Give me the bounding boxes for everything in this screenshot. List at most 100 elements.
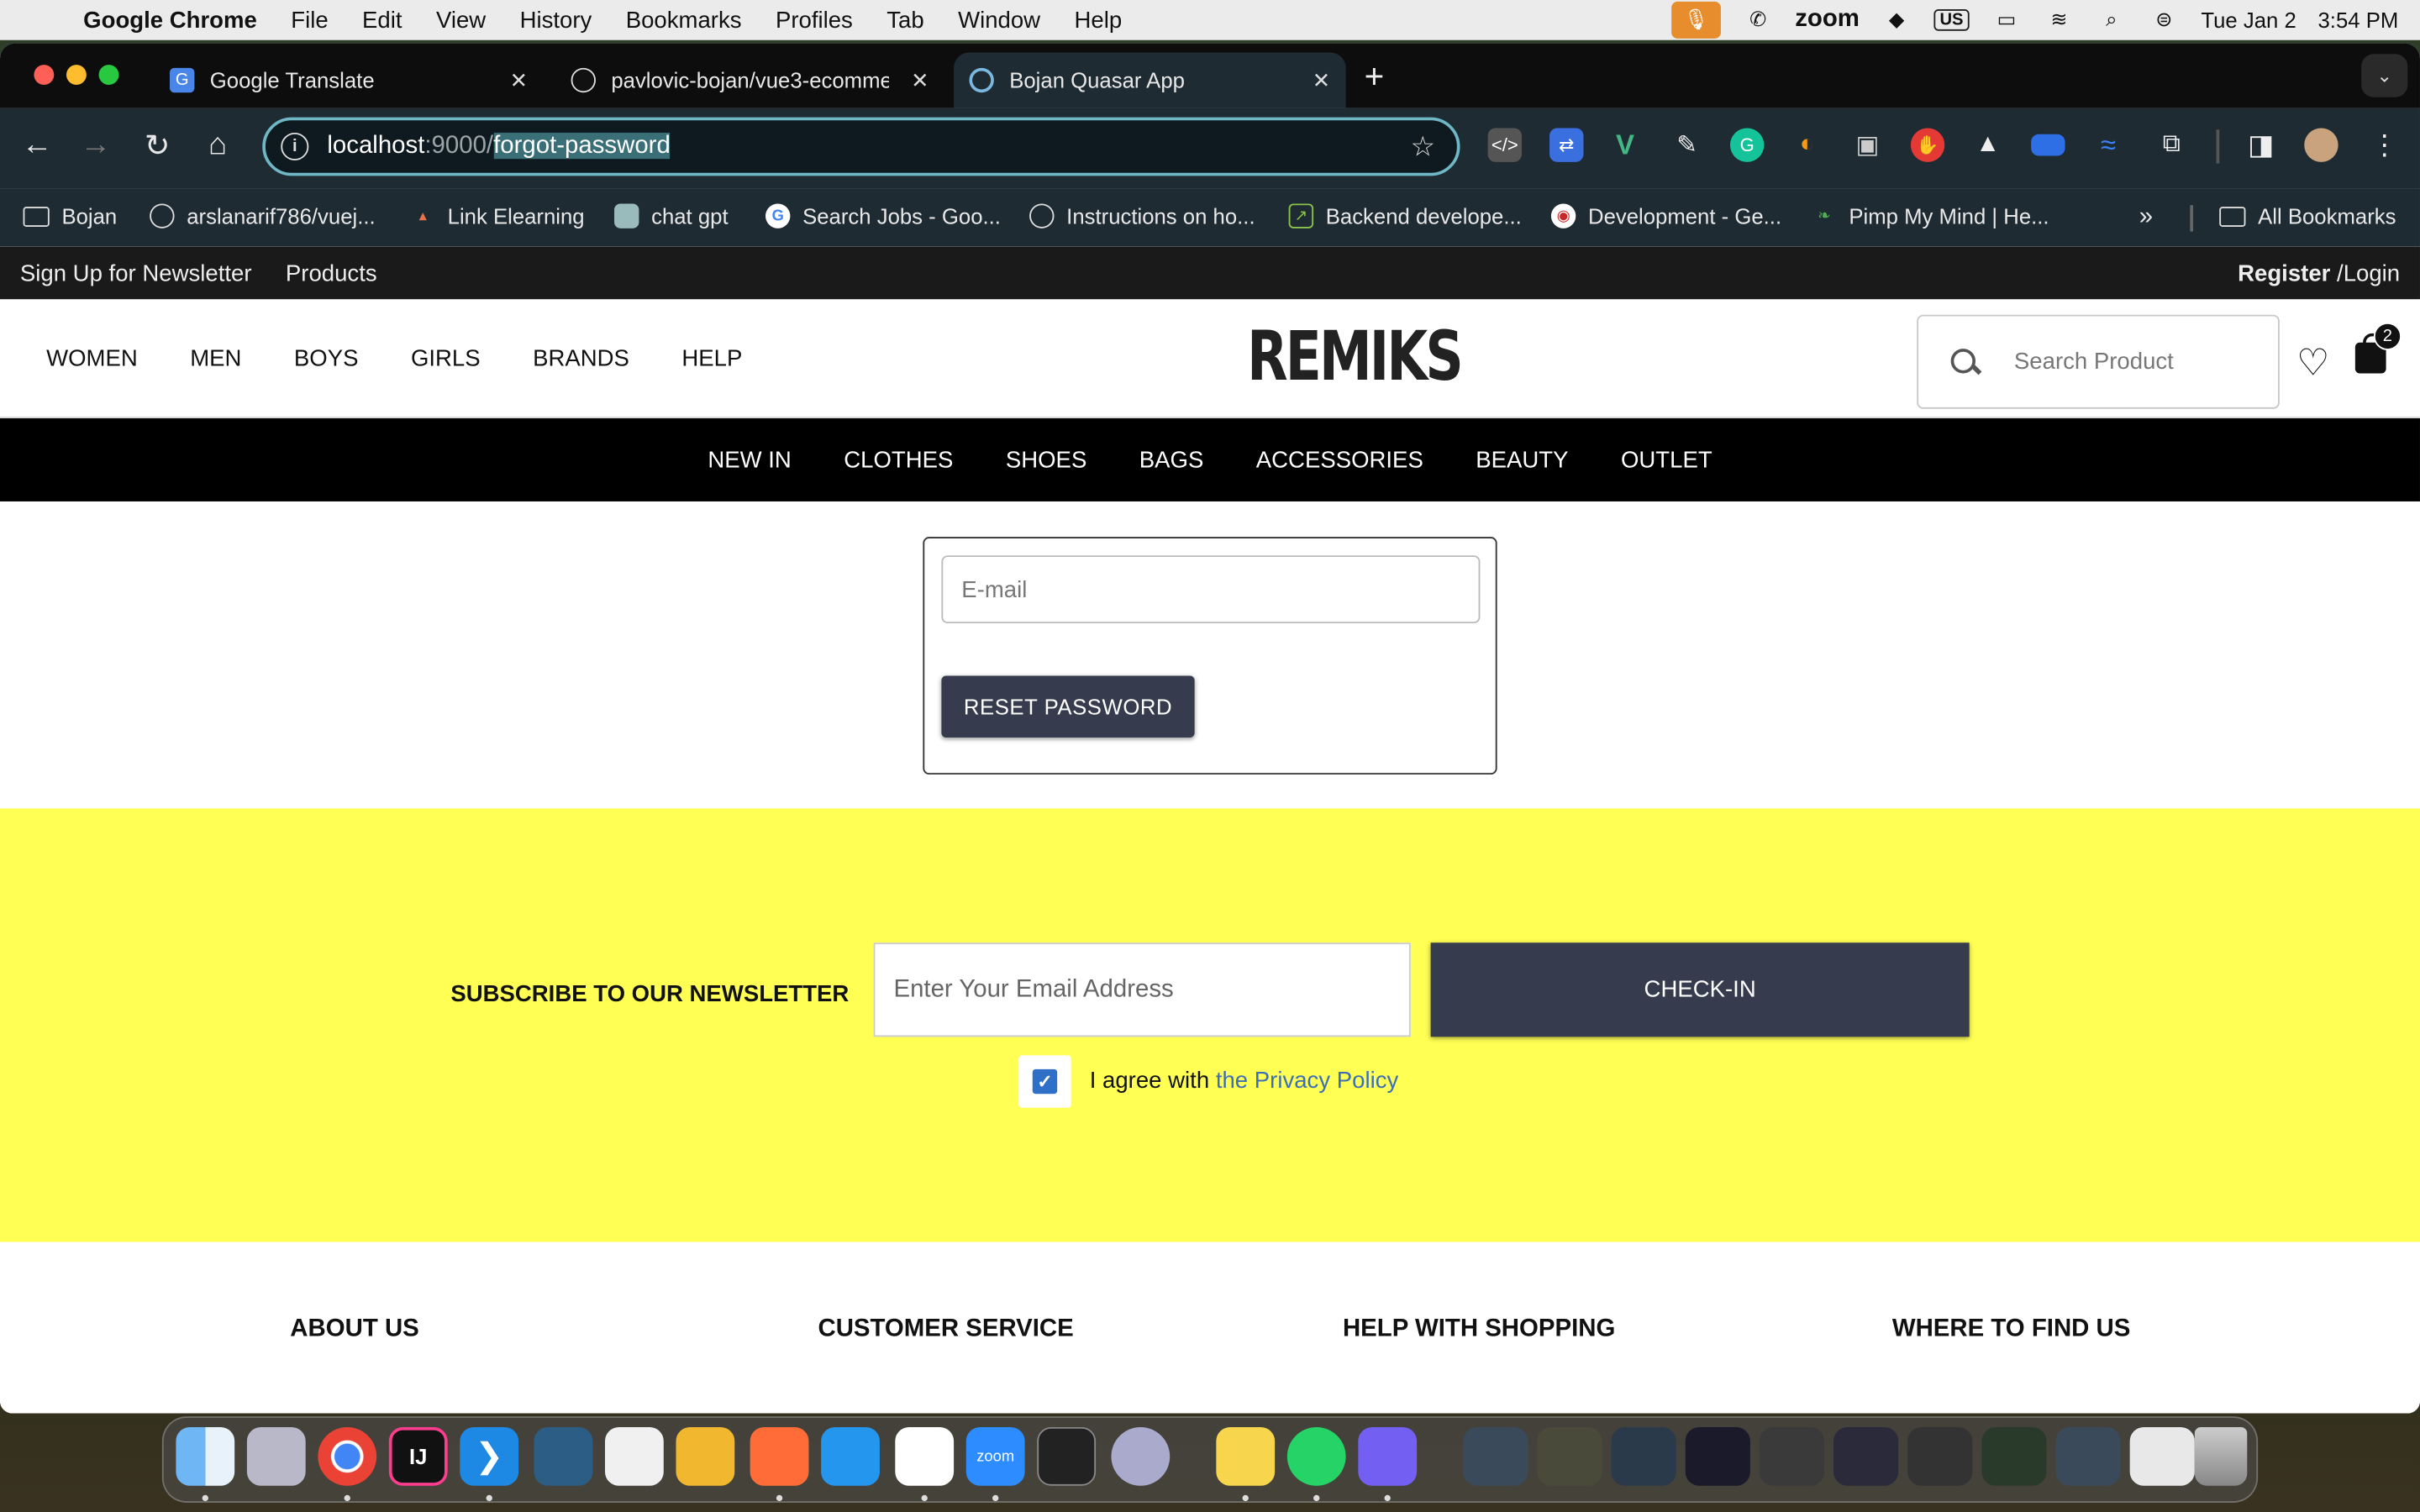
wave-extension-icon[interactable]: ≈ [2091,128,2125,161]
category-new-in[interactable]: NEW IN [708,447,791,473]
color-picker-icon[interactable]: ✎ [1670,128,1703,161]
moon-extension-icon[interactable]: ◐ [1791,128,1824,161]
bookmark-bojan[interactable]: Bojan [23,203,117,228]
postman-icon[interactable] [750,1426,809,1486]
minimized-window-thumbnail[interactable] [1611,1426,1676,1486]
profile-avatar[interactable] [2304,128,2338,162]
category-outlet[interactable]: OUTLET [1621,447,1712,473]
minimized-window-thumbnail[interactable] [1759,1426,1825,1486]
nav-girls[interactable]: GIRLS [411,345,481,371]
devtools-extension-icon[interactable]: </> [1487,128,1523,162]
bookmark-instructions[interactable]: Instructions on ho... [1029,203,1255,228]
adblock-icon[interactable]: ✋ [1910,128,1945,162]
menu-profiles[interactable]: Profiles [776,7,853,33]
control-center-icon[interactable]: ⊜ [2149,8,2180,32]
menu-view[interactable]: View [436,7,486,33]
minimized-window-thumbnail[interactable] [1463,1426,1528,1486]
bookmark-link-elearning[interactable]: ▴ Link Elearning [411,203,585,228]
tab-github[interactable]: pavlovic-bojan/vue3-ecomme ✕ [555,52,944,108]
close-tab-icon[interactable]: ✕ [510,67,529,93]
close-tab-icon[interactable]: ✕ [911,67,929,93]
chrome-menu-icon[interactable]: ⋮ [2368,128,2402,161]
maximize-window-button[interactable] [98,65,119,86]
minimized-window-thumbnail[interactable] [1907,1426,1973,1486]
trash-icon[interactable] [2194,1426,2248,1486]
apple-menu-icon[interactable] [34,6,58,34]
menu-file[interactable]: File [291,7,328,33]
launchpad-icon[interactable] [246,1426,306,1486]
screen-extension-icon[interactable] [2031,134,2065,156]
notes-icon[interactable] [1216,1426,1276,1486]
tableplus-icon[interactable] [676,1426,735,1486]
tab-bojan-quasar-app[interactable]: Bojan Quasar App ✕ [954,52,1346,108]
login-link[interactable]: /Login [2337,260,2400,286]
bookmark-chat-gpt[interactable]: chat gpt [614,203,729,228]
close-window-button[interactable] [34,65,55,86]
pgadmin-icon[interactable] [604,1426,664,1486]
register-link[interactable]: Register [2238,260,2330,286]
category-beauty[interactable]: BEAUTY [1476,447,1568,473]
menu-bookmarks[interactable]: Bookmarks [626,7,742,33]
bookmark-development[interactable]: ◉ Development - Ge... [1550,203,1781,228]
wifi-icon[interactable]: ≋ [2044,8,2075,32]
quicktime-icon[interactable] [1111,1426,1171,1486]
microphone-icon[interactable]: 🎙 [1671,1,1722,39]
url-text[interactable]: localhost:9000/forgot-password [327,132,671,160]
keyboard-layout-badge[interactable]: US [1933,9,1970,31]
tab-google-translate[interactable]: G Google Translate ✕ [155,52,544,108]
menu-history[interactable]: History [520,7,592,33]
privacy-policy-link[interactable]: the Privacy Policy [1216,1068,1398,1094]
nav-women[interactable]: WOMEN [46,345,138,371]
new-tab-button[interactable]: + [1365,57,1385,97]
intellij-icon[interactable]: IJ [388,1426,448,1486]
site-logo[interactable]: REMIKS [1247,320,1464,395]
zoom-status-label[interactable]: zoom [1795,6,1860,34]
viber-icon[interactable] [1358,1426,1418,1486]
minimized-window-thumbnail[interactable] [1981,1426,2047,1486]
category-clothes[interactable]: CLOTHES [844,447,953,473]
check-in-button[interactable]: CHECK-IN [1430,942,1970,1037]
more-bookmarks-chevron-icon[interactable]: » [2139,203,2153,231]
privacy-checkbox[interactable]: ✓ [1018,1055,1071,1108]
menu-help[interactable]: Help [1075,7,1123,33]
grammarly-icon[interactable]: G [1729,128,1765,162]
wishlist-heart-icon[interactable]: ♡ [2296,341,2330,386]
menu-edit[interactable]: Edit [362,7,402,33]
category-bags[interactable]: BAGS [1139,447,1204,473]
nav-brands[interactable]: BRANDS [533,345,629,371]
bookmark-pimp-my-mind[interactable]: ❧ Pimp My Mind | He... [1812,203,2049,228]
finder-icon[interactable] [176,1426,235,1486]
nav-help[interactable]: HELP [681,345,742,371]
back-arrow-icon[interactable]: ← [18,127,55,164]
minimized-window-thumbnail[interactable] [1537,1426,1602,1486]
translate-extension-icon[interactable]: ⇄ [1549,128,1584,162]
nav-men[interactable]: MEN [190,345,241,371]
tab-search-chevron-icon[interactable]: ⌄ [2361,54,2408,97]
minimized-window-thumbnail[interactable] [2129,1426,2195,1486]
menubar-time[interactable]: 3:54 PM [2318,8,2399,32]
chrome-icon[interactable] [318,1426,377,1486]
search-icon[interactable] [1949,346,1981,377]
bookmark-search-jobs[interactable]: G Search Jobs - Goo... [765,203,1001,228]
menu-window[interactable]: Window [958,7,1040,33]
forward-arrow-icon[interactable]: → [77,127,114,164]
nav-boys[interactable]: BOYS [294,345,359,371]
reset-password-button[interactable]: RESET PASSWORD [941,675,1195,738]
minimized-window-thumbnail[interactable] [1833,1426,1899,1486]
bookmark-backend-developer[interactable]: ↗ Backend develope... [1288,203,1522,228]
vue-devtools-icon[interactable]: V [1608,128,1642,161]
mountain-extension-icon[interactable]: ▲ [1971,128,2005,161]
category-accessories[interactable]: ACCESSORIES [1256,447,1423,473]
battery-icon[interactable]: ▭ [1991,8,2023,32]
whatsapp-icon[interactable] [1286,1426,1346,1486]
home-icon[interactable]: ⌂ [199,127,236,164]
menu-tab[interactable]: Tab [886,7,923,33]
products-link[interactable]: Products [286,260,377,286]
newsletter-email-input[interactable] [873,942,1411,1037]
side-panel-icon[interactable]: ◨ [2244,128,2278,161]
menu-app-name[interactable]: Google Chrome [83,7,257,33]
search-input[interactable] [2013,349,2246,375]
menubar-date[interactable]: Tue Jan 2 [2201,8,2296,32]
bookmark-arslanarif[interactable]: arslanarif786/vuej... [150,203,376,228]
mysql-workbench-icon[interactable] [534,1426,593,1486]
